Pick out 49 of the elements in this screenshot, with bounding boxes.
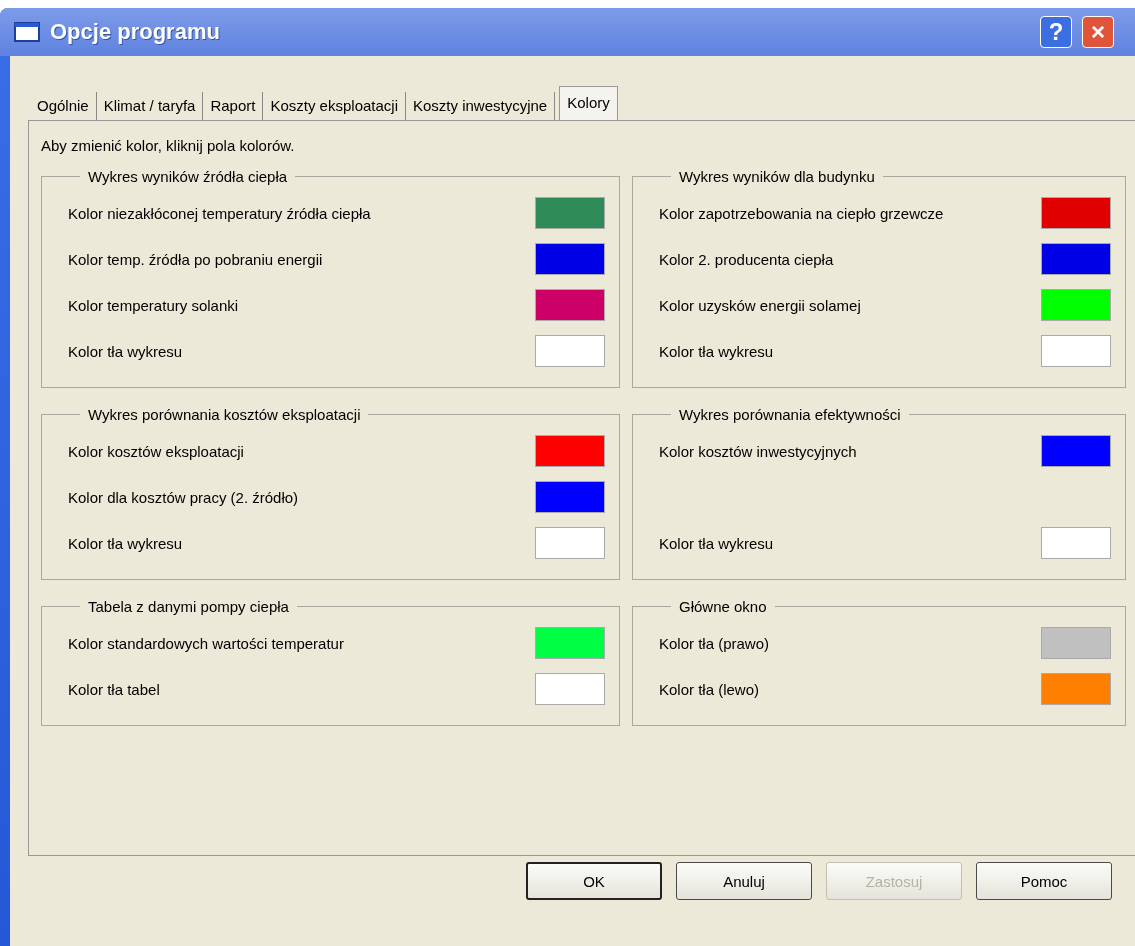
color-label: Kolor tła (prawo): [659, 634, 770, 652]
color-swatch[interactable]: [1041, 289, 1111, 321]
color-swatch[interactable]: [1041, 627, 1111, 659]
color-swatch[interactable]: [535, 335, 605, 367]
color-label: Kolor tła tabel: [68, 680, 160, 698]
color-label: Kolor tła wykresu: [68, 342, 183, 360]
group-title: Wykres porównania kosztów eksploatacji: [87, 406, 362, 423]
color-label: Kolor temp. źródła po pobraniu energii: [68, 250, 323, 268]
color-swatch[interactable]: [535, 435, 605, 467]
tab[interactable]: Kolory: [559, 86, 618, 120]
color-label: Kolor temperatury solanki: [68, 296, 239, 314]
color-label: Kolor tła wykresu: [659, 342, 774, 360]
window-title: Opcje programu: [50, 19, 221, 45]
color-swatch[interactable]: [535, 673, 605, 705]
color-swatch[interactable]: [535, 289, 605, 321]
group-title: Wykres wyników dla budynku: [678, 168, 876, 185]
group-title: Tabela z danymi pompy ciepła: [87, 598, 290, 615]
group-title: Główne okno: [678, 598, 768, 615]
window-icon: [14, 22, 40, 42]
color-label: Kolor tła (lewo): [659, 680, 760, 698]
color-label: Kolor zapotrzebowania na ciepło grzewcze: [659, 204, 944, 222]
color-label: Kolor kosztów eksploatacji: [68, 442, 244, 460]
instruction-text: Aby zmienić kolor, kliknij pola kolorów.: [41, 137, 296, 154]
dialog-button[interactable]: Anuluj: [676, 862, 812, 900]
color-label: Kolor niezakłóconej temperatury źródła ciepła: [68, 204, 371, 222]
close-button[interactable]: ×: [1082, 16, 1114, 48]
help-button[interactable]: ?: [1040, 16, 1072, 48]
group-title: Wykres porównania efektywności: [678, 406, 902, 423]
color-label: Kolor 2. producenta ciepła: [659, 250, 834, 268]
color-swatch[interactable]: [1041, 435, 1111, 467]
dialog-button[interactable]: Pomoc: [976, 862, 1112, 900]
color-label: Kolor dla kosztów pracy (2. źródło): [68, 488, 299, 506]
color-swatch[interactable]: [535, 481, 605, 513]
color-label: Kolor standardowych wartości temperatur: [68, 634, 344, 652]
color-label: Kolor tła wykresu: [68, 534, 183, 552]
color-swatch[interactable]: [1041, 243, 1111, 275]
color-label: Kolor kosztów inwestycyjnych: [659, 442, 857, 460]
color-swatch[interactable]: [1041, 527, 1111, 559]
color-swatch[interactable]: [1041, 673, 1111, 705]
dialog-button[interactable]: OK: [526, 862, 662, 900]
color-swatch[interactable]: [535, 627, 605, 659]
color-swatch[interactable]: [535, 197, 605, 229]
group-title: Wykres wyników źródła ciepła: [87, 168, 289, 185]
color-swatch[interactable]: [535, 243, 605, 275]
color-swatch[interactable]: [1041, 197, 1111, 229]
color-swatch[interactable]: [1041, 335, 1111, 367]
color-swatch[interactable]: [535, 527, 605, 559]
color-label: Kolor uzysków energii solamej: [659, 296, 861, 314]
color-label: Kolor tła wykresu: [659, 534, 774, 552]
